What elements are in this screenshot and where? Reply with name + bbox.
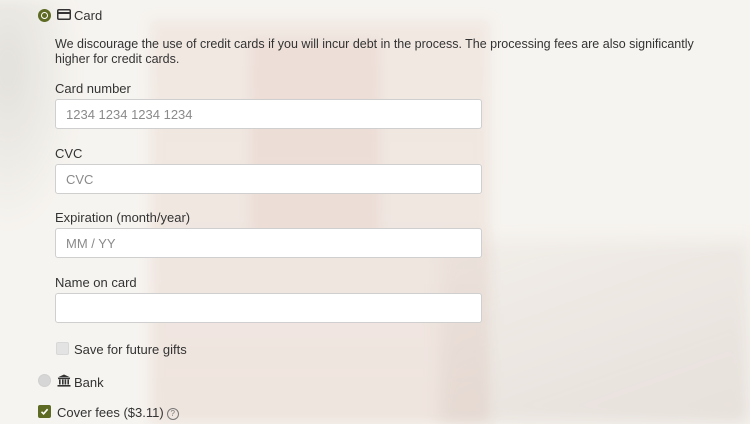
payment-form: Card We discourage the use of credit car… [0,0,750,424]
card-number-label: Card number [55,81,131,96]
card-number-input[interactable] [55,99,482,129]
card-radio[interactable] [38,9,51,22]
card-option-label: Card [74,8,103,23]
name-on-card-input[interactable] [55,293,482,323]
checkmark-icon [40,408,49,415]
card-notice: We discourage the use of credit cards if… [55,37,694,66]
bank-icon [57,374,71,390]
cvc-input[interactable] [55,164,482,194]
bank-option-label: Bank [74,374,104,390]
cover-fees-label: Cover fees ($3.11) [57,405,164,420]
save-for-future-label[interactable]: Save for future gifts [74,342,187,357]
expiration-label: Expiration (month/year) [55,210,191,225]
cover-fees-option[interactable]: Cover fees ($3.11)? [57,405,179,420]
expiration-input[interactable] [55,228,482,258]
cvc-label: CVC [55,146,83,161]
bank-radio[interactable] [38,374,51,387]
name-on-card-label: Name on card [55,275,137,290]
save-for-future-checkbox[interactable] [56,342,69,355]
credit-card-icon [57,8,71,23]
bank-option[interactable]: Bank [57,374,104,390]
card-option[interactable]: Card [57,8,102,23]
question-circle-icon[interactable]: ? [166,408,179,420]
cover-fees-checkbox[interactable] [38,405,51,418]
